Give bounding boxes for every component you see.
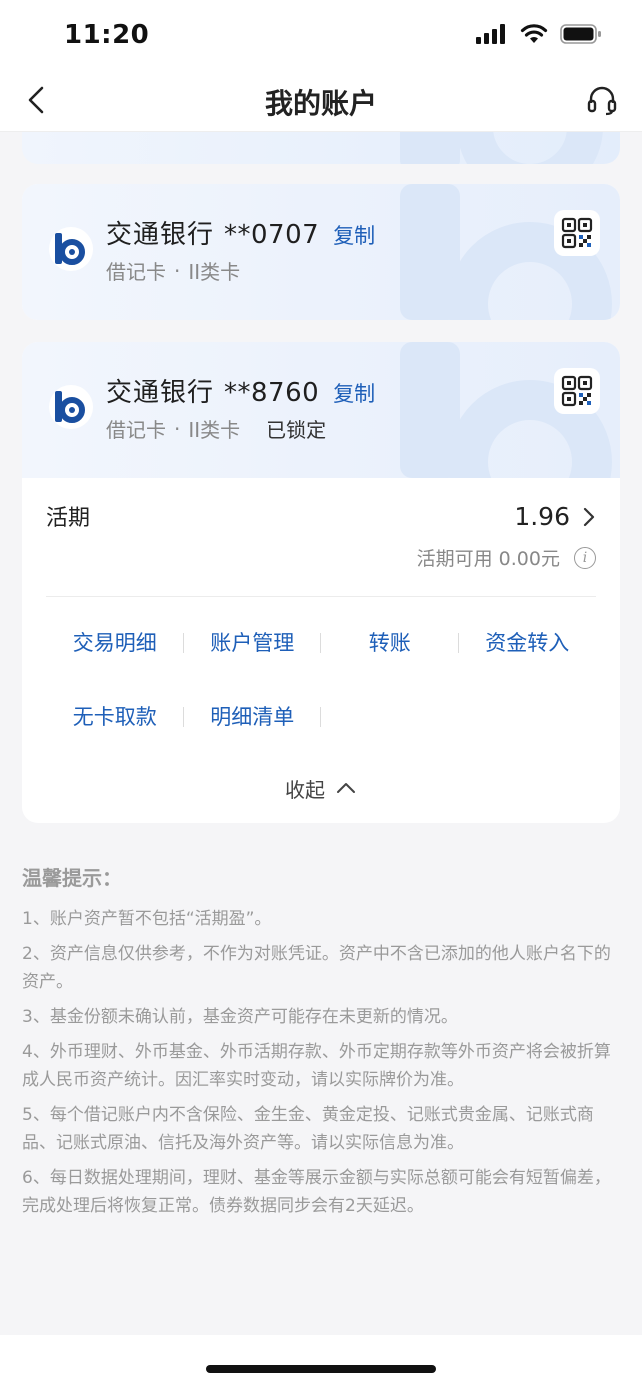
copy-button[interactable]: 复制 (333, 378, 375, 408)
account-card[interactable]: 交通银行 **0707 复制 借记卡 · II类卡 (22, 184, 620, 320)
tip-item: 3、基金份额未确认前，基金资产可能存在未更新的情况。 (22, 1007, 458, 1027)
detail-statement-button[interactable]: 明细清单 (184, 679, 322, 753)
card-class-label: II类卡 (188, 260, 241, 284)
available-balance: 活期可用 0.00元 i (417, 544, 596, 571)
bank-name-label: 交通银行 (106, 378, 215, 408)
locked-status: 已锁定 (266, 418, 327, 442)
bank-logo-icon (49, 227, 93, 271)
card-type: 借记卡 · II类卡 (106, 256, 240, 285)
qr-code-button[interactable] (554, 210, 600, 256)
collapse-button[interactable]: 收起 (46, 753, 596, 823)
qr-code-icon (561, 375, 593, 407)
tip-item: 2、资产信息仅供参考，不作为对账凭证。资产中不含已添加的他人账户名下的资产。 (22, 944, 611, 992)
card-header: 交通银行 **0707 复制 借记卡 · II类卡 (22, 184, 620, 320)
card-watermark-icon (400, 132, 603, 164)
bank-logo-icon (49, 385, 93, 429)
qr-code-button[interactable] (554, 368, 600, 414)
card-type-dot: · (174, 416, 181, 441)
customer-service-icon[interactable] (586, 84, 618, 116)
tip-item: 5、每个借记账户内不含保险、金生金、黄金定投、记账式贵金属、记账式商品、记账式原… (22, 1105, 594, 1153)
card-type-dot: · (174, 258, 181, 283)
tips-title: 温馨提示： (22, 866, 122, 890)
chevron-up-icon (337, 783, 355, 793)
info-icon[interactable]: i (574, 546, 596, 569)
bottom-bar (0, 1335, 642, 1389)
card-number: **8760 (224, 378, 320, 408)
card-number: **0707 (224, 220, 320, 250)
account-management-button[interactable]: 账户管理 (184, 605, 322, 679)
cardless-withdrawal-button[interactable]: 无卡取款 (46, 679, 184, 753)
tip-item: 6、每日数据处理期间，理财、基金等展示金额与实际总额可能会有短暂偏差，完成处理后… (22, 1168, 611, 1216)
card-type-label: 借记卡 (106, 418, 166, 442)
status-icons (476, 24, 602, 44)
card-class-label: II类卡 (188, 418, 241, 442)
signal-icon (476, 24, 505, 44)
tips-section: 温馨提示： 1、账户资产暂不包括“活期盈”。 2、资产信息仅供参考，不作为对账凭… (22, 862, 622, 1227)
wifi-icon (520, 24, 548, 43)
nav-bar: 我的账户 (0, 70, 642, 132)
chevron-right-icon (583, 507, 595, 526)
card-type-label: 借记卡 (106, 260, 166, 284)
bank-name-label: 交通银行 (106, 220, 215, 250)
home-indicator[interactable] (206, 1365, 436, 1373)
page-title: 我的账户 (264, 87, 377, 120)
transfer-button[interactable]: 转账 (321, 605, 459, 679)
bank-name: 交通银行 **8760 复制 (106, 372, 375, 409)
status-time: 11:20 (64, 20, 150, 50)
collapse-label: 收起 (285, 777, 325, 802)
tip-item: 1、账户资产暂不包括“活期盈”。 (22, 909, 272, 929)
balance-value: 1.96 (514, 502, 570, 531)
available-text: 活期可用 0.00元 (416, 548, 560, 570)
card-header: 交通银行 **8760 复制 借记卡 · II类卡 已锁定 (22, 342, 620, 478)
battery-icon (560, 24, 601, 44)
transaction-details-button[interactable]: 交易明细 (46, 605, 184, 679)
copy-button[interactable]: 复制 (333, 220, 375, 250)
card-peek (22, 132, 620, 164)
card-type: 借记卡 · II类卡 已锁定 (106, 414, 326, 443)
qr-code-icon (561, 217, 593, 249)
divider (46, 596, 596, 597)
card-body: 活期 1.96 活期可用 0.00元 i 交易明细 账户管理 转账 资金转入 无… (22, 478, 620, 823)
balance-label: 活期 (46, 506, 91, 531)
bank-name: 交通银行 **0707 复制 (106, 214, 375, 251)
status-bar: 11:20 (0, 0, 642, 70)
action-grid: 交易明细 账户管理 转账 资金转入 无卡取款 明细清单 (46, 605, 596, 753)
balance-amount[interactable]: 1.96 (514, 502, 596, 531)
balance-row[interactable]: 活期 1.96 活期可用 0.00元 i (46, 478, 596, 588)
tip-item: 4、外币理财、外币基金、外币活期存款、外币定期存款等外币资产将会被折算成人民币资… (22, 1042, 611, 1090)
account-card[interactable]: 交通银行 **8760 复制 借记卡 · II类卡 已锁定 活期 1.96 活期… (22, 342, 620, 823)
fund-transfer-in-button[interactable]: 资金转入 (459, 605, 597, 679)
